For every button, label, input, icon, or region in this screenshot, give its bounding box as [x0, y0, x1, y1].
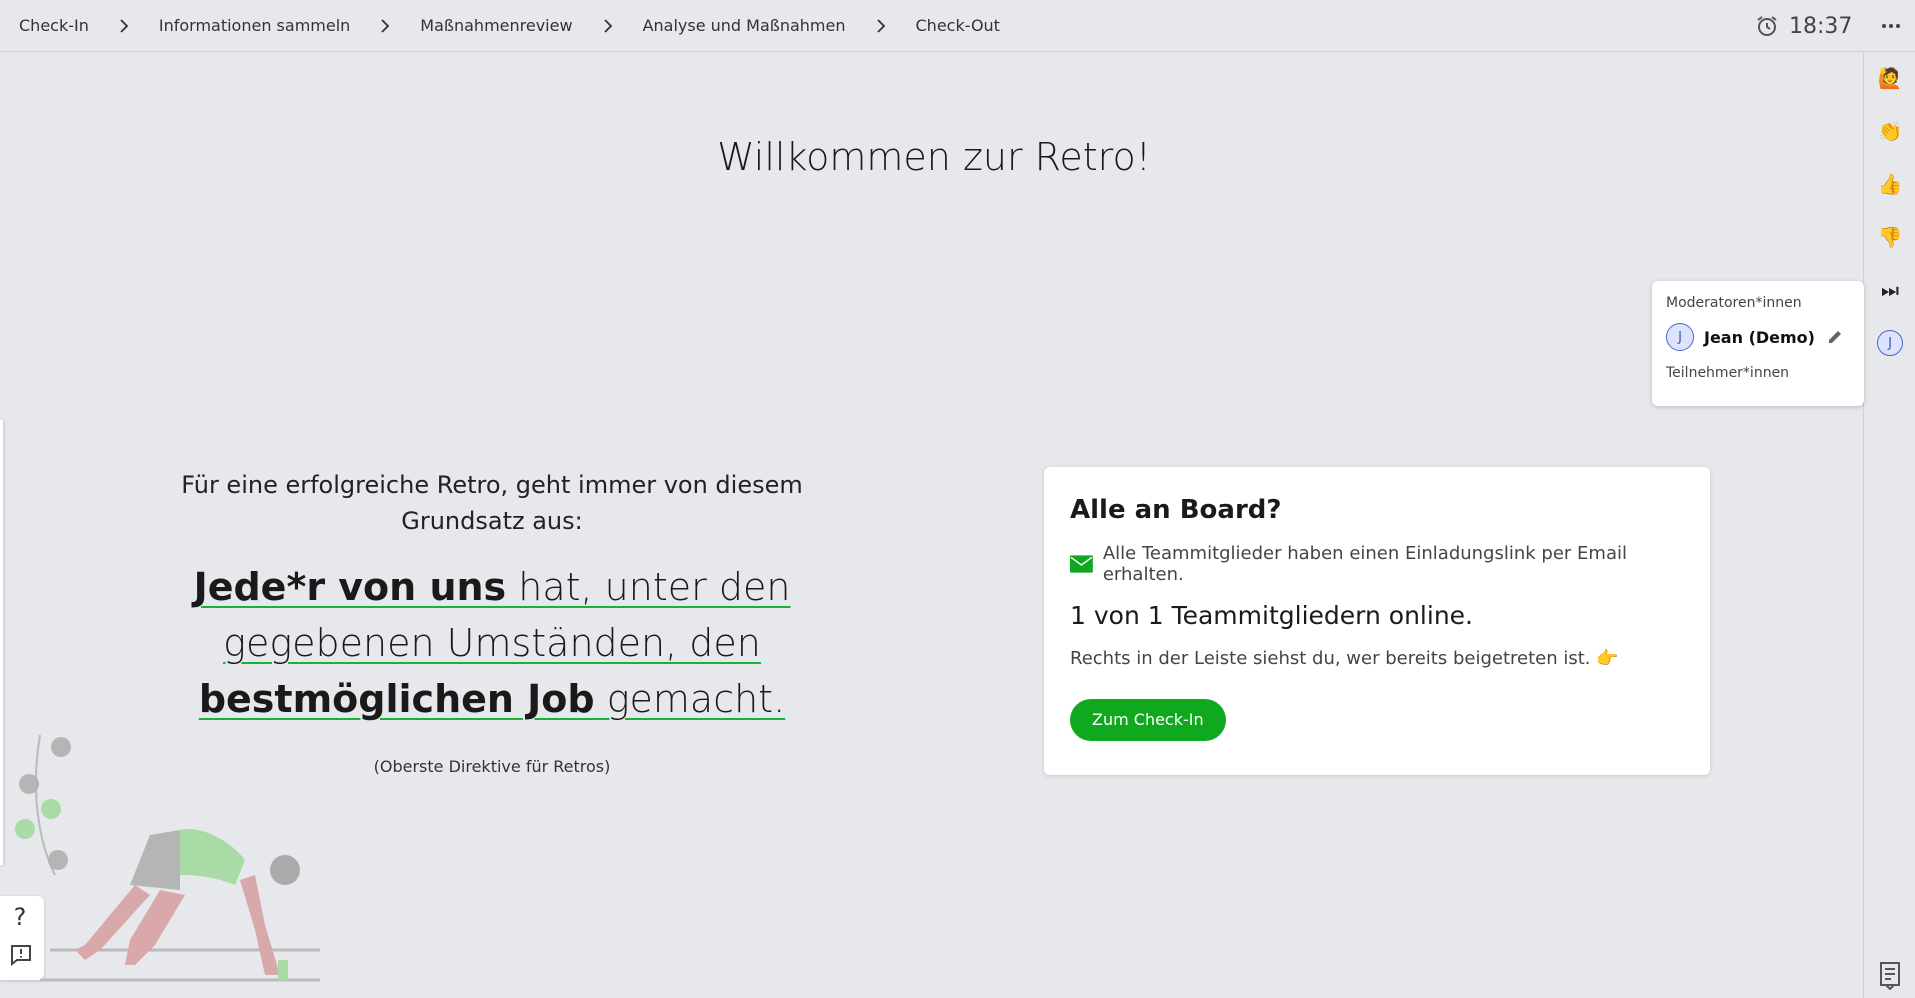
member-row: J Jean (Demo)	[1666, 323, 1850, 351]
invite-info: Alle Teammitglieder haben einen Einladun…	[1070, 543, 1684, 585]
sidebar-hint: Rechts in der Leiste siehst du, wer bere…	[1070, 648, 1619, 669]
all-on-board-card: Alle an Board? Alle Teammitglieder haben…	[1044, 467, 1710, 775]
top-bar: Check-In Informationen sammeln Maßnahmen…	[0, 0, 1915, 52]
pencil-icon[interactable]	[1826, 328, 1844, 346]
directive-text-4: gemacht.	[594, 677, 786, 721]
right-sidebar: 🙋 👏 👍 👎 ⏭ J	[1863, 52, 1915, 998]
breadcrumb-step-check-in[interactable]: Check-In	[19, 16, 89, 35]
prime-directive-text: Jede*r von uns hat, unter den gegebenen …	[180, 559, 804, 727]
card-title: Alle an Board?	[1070, 495, 1282, 525]
thumbs-up-icon[interactable]: 👍	[1874, 168, 1906, 200]
members-panel: Moderatoren*innen J Jean (Demo) Teilnehm…	[1652, 281, 1864, 406]
left-panel-edge[interactable]	[0, 420, 3, 865]
clapping-hands-icon[interactable]: 👏	[1874, 115, 1906, 147]
directive-bold-1: Jede*r von uns	[193, 565, 507, 609]
directive-bold-2: bestmöglichen Job	[198, 677, 595, 721]
timer[interactable]: 18:37	[1755, 11, 1852, 41]
more-horizontal-icon	[1882, 24, 1900, 28]
avatar: J	[1877, 330, 1903, 356]
sidebar-user-avatar[interactable]: J	[1874, 327, 1906, 359]
breadcrumb-step-informationen-sammeln[interactable]: Informationen sammeln	[159, 16, 350, 35]
chevron-right-icon	[89, 18, 159, 33]
breadcrumb-step-check-out[interactable]: Check-Out	[916, 16, 1000, 35]
breadcrumb: Check-In Informationen sammeln Maßnahmen…	[0, 16, 1000, 35]
chevron-right-icon	[350, 18, 420, 33]
envelope-icon	[1070, 555, 1093, 573]
timer-value: 18:37	[1789, 13, 1853, 39]
invite-text: Alle Teammitglieder haben einen Einladun…	[1102, 543, 1627, 585]
page-title: Willkommen zur Retro!	[717, 135, 1151, 179]
to-check-in-button[interactable]: Zum Check-In	[1070, 699, 1226, 741]
more-options-button[interactable]	[1878, 14, 1904, 38]
alarm-clock-icon	[1757, 16, 1777, 36]
raising-hand-icon[interactable]: 🙋	[1874, 62, 1906, 94]
moderators-label: Moderatoren*innen	[1666, 295, 1802, 311]
chevron-right-icon	[573, 18, 643, 33]
participants-label: Teilnehmer*innen	[1666, 365, 1790, 381]
directive-intro: Für eine erfolgreiche Retro, geht immer …	[181, 471, 803, 535]
breadcrumb-step-massnahmenreview[interactable]: Maßnahmenreview	[420, 16, 572, 35]
runner-illustration	[15, 735, 320, 982]
thumbs-down-icon[interactable]: 👎	[1874, 221, 1906, 253]
moderator-name: Jean (Demo)	[1704, 327, 1815, 347]
breadcrumb-step-analyse-und-massnahmen[interactable]: Analyse und Maßnahmen	[643, 16, 846, 35]
retro-summary-icon[interactable]	[1877, 960, 1903, 990]
fast-forward-icon[interactable]: ⏭	[1874, 274, 1906, 306]
online-count: 1 von 1 Teammitgliedern online.	[1070, 601, 1473, 630]
avatar: J	[1666, 323, 1694, 351]
prime-directive-section: Für eine erfolgreiche Retro, geht immer …	[180, 467, 804, 776]
chevron-right-icon	[846, 18, 916, 33]
